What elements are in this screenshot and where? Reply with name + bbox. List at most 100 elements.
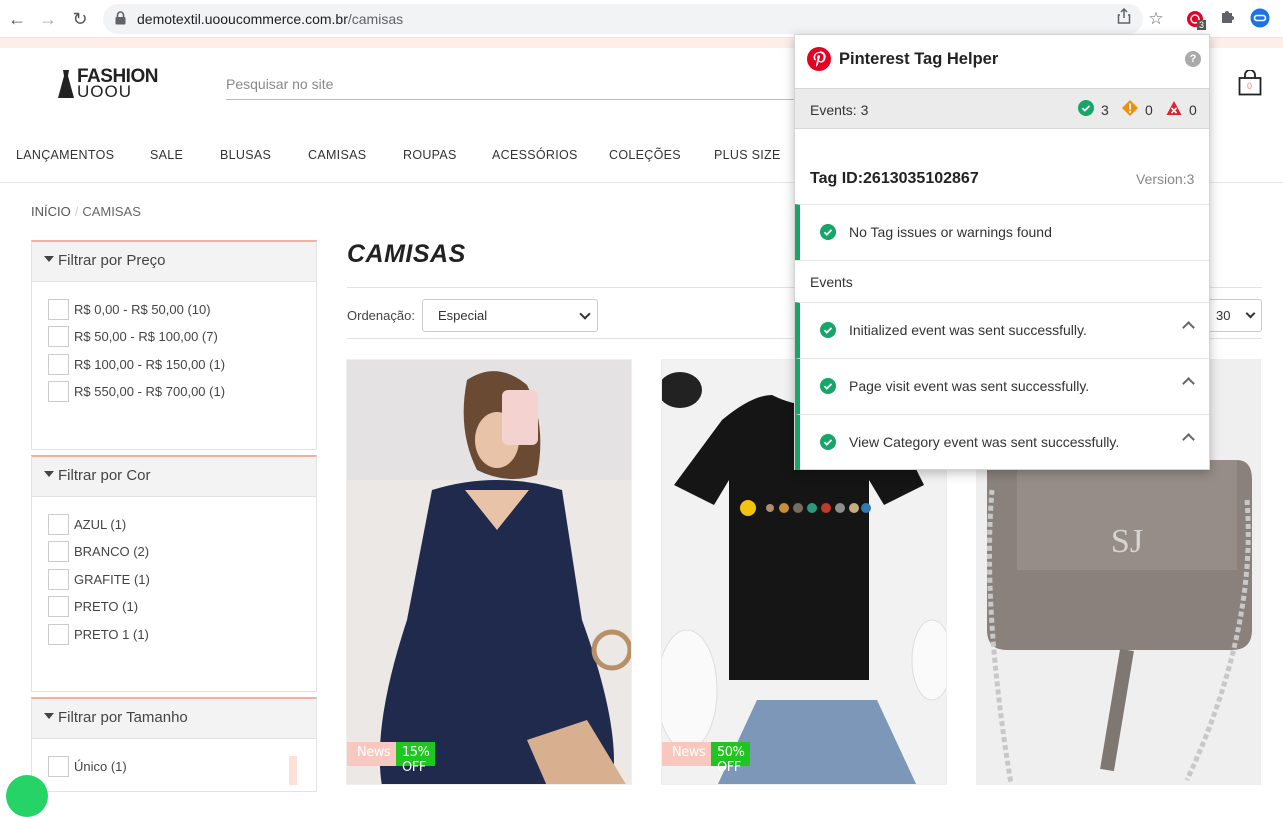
url-path: /camisas xyxy=(347,11,404,27)
extensions-puzzle-icon[interactable] xyxy=(1217,8,1239,30)
address-bar[interactable]: demotextil.uooucommerce.com.br/camisas xyxy=(103,4,1143,34)
nav-item-camisas[interactable]: CAMISAS xyxy=(308,148,366,162)
filter-scrollbar[interactable] xyxy=(289,756,297,785)
store-logo[interactable]: FASHION UOOU xyxy=(55,66,158,102)
chevron-up-icon[interactable] xyxy=(1182,321,1195,334)
nav-item-colecoes[interactable]: COLEÇÕES xyxy=(609,148,681,162)
chevron-down-icon xyxy=(1245,308,1256,319)
extension-badge: 3 xyxy=(1197,20,1207,30)
tag-id: Tag ID:2613035102867 xyxy=(810,170,979,187)
caret-down-icon xyxy=(44,471,54,477)
success-count: 3 xyxy=(1101,102,1109,118)
success-check-icon xyxy=(820,224,836,240)
breadcrumb: INÍCIO / CAMISAS xyxy=(31,204,141,219)
breadcrumb-separator: / xyxy=(74,204,79,219)
event-text: View Category event was sent successfull… xyxy=(849,434,1120,450)
checkbox[interactable] xyxy=(48,624,69,645)
event-text: Page visit event was sent successfully. xyxy=(849,378,1090,394)
checkbox[interactable] xyxy=(48,354,69,375)
sort-label: Ordenação: xyxy=(347,308,415,323)
help-icon[interactable]: ? xyxy=(1185,51,1201,67)
nav-item-sale[interactable]: SALE xyxy=(150,148,183,162)
caret-down-icon xyxy=(44,713,54,719)
dress-icon xyxy=(58,70,74,98)
checkbox[interactable] xyxy=(48,381,69,402)
cart-icon[interactable]: 0 xyxy=(1238,69,1262,96)
profile-icon[interactable] xyxy=(1249,8,1271,30)
color-option-label: BRANCO (2) xyxy=(74,544,150,559)
nav-item-roupas[interactable]: ROUPAS xyxy=(403,148,457,162)
checkbox[interactable] xyxy=(48,299,69,320)
cart-count: 0 xyxy=(1247,81,1253,91)
pinterest-extension-icon[interactable]: 3 xyxy=(1183,8,1209,30)
checkbox[interactable] xyxy=(48,541,69,562)
sort-select[interactable]: Especial xyxy=(422,299,598,332)
warning-icon xyxy=(1122,100,1138,116)
event-row[interactable]: Initialized event was sent successfully. xyxy=(795,302,1209,358)
events-label: Events xyxy=(810,274,853,290)
warning-count: 0 xyxy=(1145,102,1153,118)
size-filter-header[interactable]: Filtrar por Tamanho xyxy=(32,699,316,739)
svg-text:SJ: SJ xyxy=(1111,523,1143,560)
reload-icon[interactable]: ↻ xyxy=(70,9,90,29)
url-text: demotextil.uooucommerce.com.br/camisas xyxy=(137,11,403,27)
price-option-label: R$ 550,00 - R$ 700,00 (1) xyxy=(74,384,226,399)
checkbox[interactable] xyxy=(48,569,69,590)
nav-item-blusas[interactable]: BLUSAS xyxy=(220,148,271,162)
product-image[interactable] xyxy=(347,360,632,785)
pinterest-logo-icon xyxy=(807,47,831,71)
nav-item-plus-size[interactable]: PLUS SIZE xyxy=(714,148,781,162)
popup-header: Pinterest Tag Helper ? xyxy=(795,35,1209,88)
chevron-up-icon[interactable] xyxy=(1182,433,1195,446)
checkbox[interactable] xyxy=(48,514,69,535)
nav-item-acessorios[interactable]: ACESSÓRIOS xyxy=(492,148,578,162)
color-filter-header[interactable]: Filtrar por Cor xyxy=(32,457,316,497)
color-option-label: AZUL (1) xyxy=(74,517,127,532)
checkbox[interactable] xyxy=(48,326,69,347)
breadcrumb-current: CAMISAS xyxy=(82,204,141,219)
checkbox[interactable] xyxy=(48,596,69,617)
color-filter: Filtrar por Cor AZUL (1) BRANCO (2) GRAF… xyxy=(31,455,317,692)
bookmark-star-icon[interactable]: ☆ xyxy=(1145,8,1167,30)
forward-icon[interactable]: → xyxy=(38,9,58,29)
color-filter-title: Filtrar por Cor xyxy=(58,467,151,484)
product-card[interactable]: News 15% OFF xyxy=(346,359,632,785)
whatsapp-chat-button[interactable] xyxy=(6,775,48,817)
error-triangle-icon xyxy=(1166,101,1182,115)
share-icon[interactable] xyxy=(1113,7,1135,30)
breadcrumb-home[interactable]: INÍCIO xyxy=(31,204,71,219)
success-check-icon xyxy=(820,322,836,338)
no-issues-text: No Tag issues or warnings found xyxy=(849,224,1052,240)
url-host: demotextil.uooucommerce.com.br xyxy=(137,11,348,27)
discount-badge: 50% OFF xyxy=(711,742,751,775)
logo-text-bottom: UOOU xyxy=(77,82,132,101)
news-badge: News xyxy=(662,742,714,766)
checkbox[interactable] xyxy=(48,756,69,777)
back-icon[interactable]: ← xyxy=(7,9,27,29)
pinterest-tag-helper-popup: Pinterest Tag Helper ? Events: 3 3 0 0 T… xyxy=(794,34,1210,470)
error-count: 0 xyxy=(1189,102,1197,118)
price-filter-header[interactable]: Filtrar por Preço xyxy=(32,242,316,282)
sort-select-value: Especial xyxy=(438,308,488,323)
event-row[interactable]: View Category event was sent successfull… xyxy=(795,414,1209,470)
success-check-icon xyxy=(1078,100,1094,116)
lock-icon xyxy=(115,11,126,25)
color-option-label: GRAFITE (1) xyxy=(74,572,150,587)
color-option-label: PRETO 1 (1) xyxy=(74,627,149,642)
price-option-label: R$ 50,00 - R$ 100,00 (7) xyxy=(74,329,218,344)
event-row[interactable]: Page visit event was sent successfully. xyxy=(795,358,1209,414)
popup-title: Pinterest Tag Helper xyxy=(839,50,999,68)
events-count: Events: 3 xyxy=(810,102,869,118)
search-input[interactable] xyxy=(226,70,806,98)
page-title: CAMISAS xyxy=(347,240,466,268)
nav-item-lancamentos[interactable]: LANÇAMENTOS xyxy=(16,148,114,162)
size-filter-title: Filtrar por Tamanho xyxy=(58,709,188,726)
news-badge: News xyxy=(347,742,399,766)
event-text: Initialized event was sent successfully. xyxy=(849,322,1087,338)
search-container xyxy=(226,70,806,100)
per-page-select[interactable]: 30 xyxy=(1205,299,1262,332)
browser-toolbar: ← → ↻ demotextil.uooucommerce.com.br/cam… xyxy=(0,0,1283,38)
chevron-up-icon[interactable] xyxy=(1182,377,1195,390)
color-option-label: PRETO (1) xyxy=(74,599,139,614)
tag-version: Version:3 xyxy=(1136,171,1195,187)
